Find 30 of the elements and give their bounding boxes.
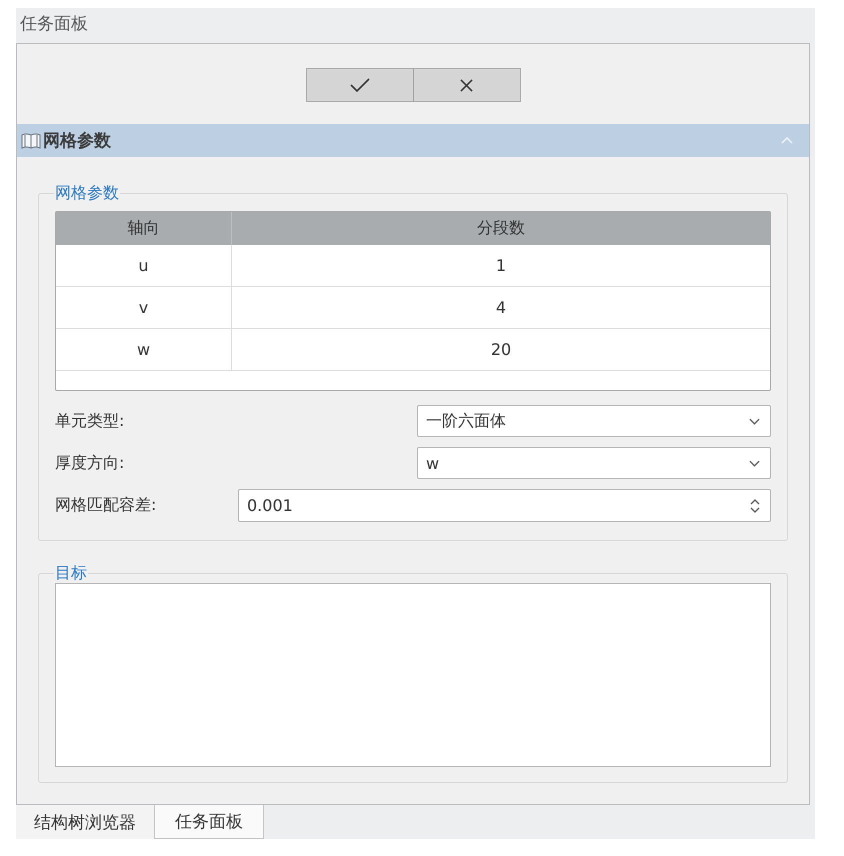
field-label: 厚度方向: — [55, 452, 126, 474]
tab[interactable]: 任务面板 — [154, 805, 264, 839]
spin-arrows-icon[interactable] — [750, 498, 760, 514]
dropdown[interactable]: 一阶六面体 — [417, 405, 771, 437]
close-icon — [460, 78, 473, 92]
table-cell-text: w — [136, 339, 152, 361]
dropdown[interactable]: w — [417, 447, 771, 479]
section-title: 网格参数 — [43, 130, 111, 152]
book-icon — [21, 132, 41, 150]
check-icon — [350, 78, 370, 92]
chevron-icon[interactable] — [781, 137, 793, 144]
table-header-cell: 分段数 — [231, 212, 770, 245]
confirm-button[interactable] — [306, 68, 414, 102]
panel-title: 任务面板 — [19, 13, 89, 36]
field-label: 网格匹配容差: — [55, 495, 158, 516]
chevron-down-icon — [749, 460, 760, 466]
target-field[interactable] — [55, 583, 771, 767]
field-label: 单元类型: — [55, 410, 126, 432]
table-header-cell-text: 轴向 — [126, 217, 160, 239]
tab[interactable]: 结构树浏览器 — [16, 805, 154, 839]
group-title: 目标 — [54, 563, 88, 583]
spin-box[interactable]: 0.001 — [238, 489, 771, 522]
table-cell-text: u — [137, 255, 150, 277]
group-title: 网格参数 — [54, 183, 120, 203]
table-cell: 4 — [231, 287, 770, 328]
cancel-button[interactable] — [412, 68, 520, 102]
table-cell: 1 — [231, 245, 770, 286]
table-cell-text: v — [138, 297, 150, 319]
table-cell: 20 — [231, 329, 770, 370]
chevron-down-icon — [749, 418, 760, 424]
